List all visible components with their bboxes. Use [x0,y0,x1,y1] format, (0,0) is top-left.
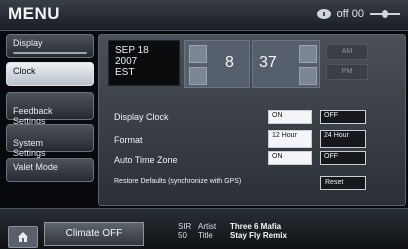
minute-up-button[interactable] [299,45,317,63]
display-clock-off-button[interactable]: OFF [320,110,366,124]
minute-down-button[interactable] [299,67,317,85]
hour-down-button[interactable] [189,67,207,85]
home-icon [18,232,28,242]
sidebar-item-feedback-settings[interactable]: Feedback Settings [6,92,94,126]
format-24-hour-button[interactable]: 24 Hour [320,130,366,148]
menu-title: MENU [8,4,61,23]
signal-icon [370,9,400,19]
sidebar-item-label: Clock [13,66,36,76]
status-area: off 00 [316,8,400,20]
format-label: Format [114,135,143,145]
date-line: SEP 18 [115,45,149,56]
climate-button[interactable]: Climate OFF [44,222,144,246]
media-channel: 50 [178,231,187,240]
home-button[interactable] [8,226,38,248]
artist-value: Three 6 Mafia [230,222,282,231]
date-line: EST [115,67,135,78]
restore-defaults-label: Restore Defaults (synchronize with GPS) [114,178,242,185]
sidebar-item-label: System Settings [13,138,46,158]
date-display: SEP 18 2007 EST [108,40,180,86]
auto-time-zone-on-button[interactable]: ON [268,151,312,165]
display-clock-on-button[interactable]: ON [268,110,312,124]
hour-box: 8 [184,40,250,88]
date-line: 2007 [115,56,138,67]
sidebar-item-valet-mode[interactable]: Valet Mode [6,158,94,182]
satellite-icon [316,9,331,19]
format-12-hour-button[interactable]: 12 Hour [268,130,312,148]
sidebar-item-system-settings[interactable]: System Settings [6,124,94,158]
sidebar-item-label: Display [13,38,43,48]
sidebar-item-label: Feedback Settings [13,106,53,126]
display-clock-label: Display Clock [114,112,169,122]
reset-button[interactable]: Reset [320,176,366,190]
title-label: Title [198,231,213,240]
title-value: Stay Fly Remix [230,231,287,240]
media-info: SIR Artist Three 6 Mafia 50 Title Stay F… [178,222,287,240]
status-value: off 00 [336,8,364,20]
hour-value: 8 [225,54,234,71]
auto-time-zone-label: Auto Time Zone [114,155,178,165]
pm-button[interactable]: PM [326,64,368,80]
auto-time-zone-off-button[interactable]: OFF [320,151,366,165]
nav-indicator [13,52,87,54]
hour-up-button[interactable] [189,45,207,63]
media-source: SIR [178,222,192,231]
minute-value: 37 [259,54,277,71]
artist-label: Artist [198,222,217,231]
am-button[interactable]: AM [326,44,368,60]
sidebar-item-clock[interactable]: Clock [6,62,94,86]
sidebar-item-display[interactable]: Display [6,34,94,58]
sidebar-item-label: Valet Mode [13,162,58,172]
minute-box: 37 [252,40,320,88]
